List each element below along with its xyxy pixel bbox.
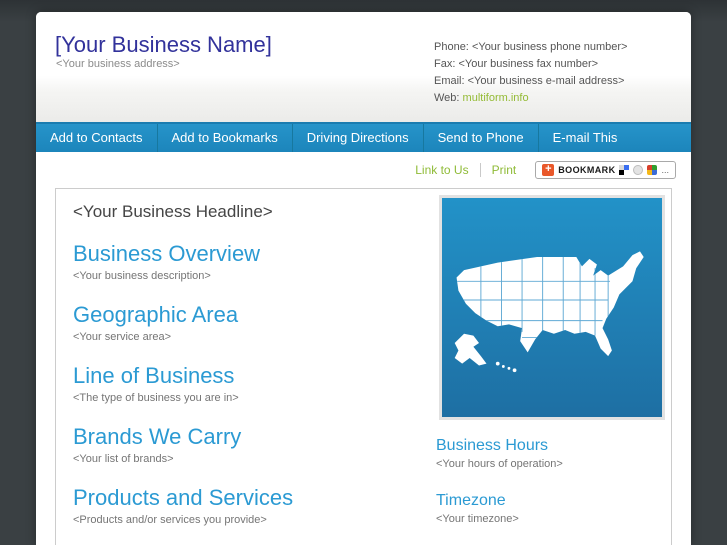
- business-headline: <Your Business Headline>: [73, 202, 423, 222]
- section-placeholder: <Your hours of operation>: [436, 458, 656, 471]
- print-link[interactable]: Print: [492, 163, 517, 177]
- section-placeholder: <Products and/or services you provide>: [73, 514, 423, 527]
- section-brands-we-carry: Brands We Carry <Your list of brands>: [73, 426, 423, 466]
- contact-email: Email: <Your business e-mail address>: [434, 73, 627, 90]
- page-header: [Your Business Name] <Your business addr…: [36, 12, 691, 122]
- nav-item-add-to-contacts[interactable]: Add to Contacts: [36, 124, 158, 152]
- section-products-and-services: Products and Services <Products and/or s…: [73, 487, 423, 527]
- action-bar: Add to Contacts Add to Bookmarks Driving…: [36, 122, 691, 152]
- fax-value: <Your business fax number>: [458, 58, 598, 70]
- phone-value: <Your business phone number>: [472, 41, 628, 53]
- section-timezone: Timezone <Your timezone>: [436, 492, 656, 526]
- section-business-overview: Business Overview <Your business descrip…: [73, 243, 423, 283]
- msn-icon: [647, 165, 657, 175]
- share-service-icon: [633, 165, 643, 175]
- section-heading: Products and Services: [73, 487, 423, 509]
- content-panel: <Your Business Headline> Business Overvi…: [55, 188, 672, 545]
- link-to-us-link[interactable]: Link to Us: [415, 163, 468, 177]
- phone-label: Phone:: [434, 41, 469, 53]
- section-heading: Timezone: [436, 492, 656, 509]
- usa-map: [439, 195, 665, 420]
- contact-fax: Fax: <Your business fax number>: [434, 56, 627, 73]
- business-name: [Your Business Name]: [55, 32, 272, 58]
- section-placeholder: <Your business description>: [73, 270, 423, 283]
- usa-map-background: [442, 198, 662, 417]
- section-heading: Brands We Carry: [73, 426, 423, 448]
- section-placeholder: <Your timezone>: [436, 513, 656, 526]
- section-heading: Line of Business: [73, 365, 423, 387]
- page: [Your Business Name] <Your business addr…: [36, 12, 691, 545]
- section-placeholder: <Your list of brands>: [73, 453, 423, 466]
- bookmark-label: BOOKMARK: [558, 165, 615, 175]
- web-label: Web:: [434, 92, 459, 104]
- divider: [480, 163, 481, 177]
- fax-label: Fax:: [434, 58, 455, 70]
- utility-bar: Link to Us Print + BOOKMARK ...: [36, 152, 676, 188]
- usa-map-graphic: [449, 242, 655, 373]
- email-label: Email:: [434, 75, 465, 87]
- section-business-hours: Business Hours <Your hours of operation>: [436, 437, 656, 471]
- nav-item-add-to-bookmarks[interactable]: Add to Bookmarks: [158, 124, 293, 152]
- contact-phone: Phone: <Your business phone number>: [434, 39, 627, 56]
- website-link[interactable]: multiform.info: [463, 92, 529, 104]
- addthis-plus-icon: +: [542, 164, 554, 176]
- section-heading: Business Hours: [436, 437, 656, 454]
- business-address: <Your business address>: [56, 58, 180, 70]
- section-placeholder: <Your service area>: [73, 331, 423, 344]
- section-geographic-area: Geographic Area <Your service area>: [73, 304, 423, 344]
- nav-item-send-to-phone[interactable]: Send to Phone: [424, 124, 539, 152]
- section-placeholder: <The type of business you are in>: [73, 392, 423, 405]
- contact-info: Phone: <Your business phone number> Fax:…: [434, 39, 627, 107]
- nav-item-email-this[interactable]: E-mail This: [539, 124, 632, 152]
- section-line-of-business: Line of Business <The type of business y…: [73, 365, 423, 405]
- contact-web: Web: multiform.info: [434, 90, 627, 107]
- email-value: <Your business e-mail address>: [468, 75, 625, 87]
- hours-column: Business Hours <Your hours of operation>…: [436, 437, 656, 526]
- section-heading: Geographic Area: [73, 304, 423, 326]
- bookmark-button[interactable]: + BOOKMARK ...: [535, 161, 676, 179]
- bookmark-more-label: ...: [661, 165, 669, 175]
- business-details-column: <Your Business Headline> Business Overvi…: [73, 189, 423, 545]
- nav-item-driving-directions[interactable]: Driving Directions: [293, 124, 424, 152]
- section-heading: Business Overview: [73, 243, 423, 265]
- delicious-icon: [619, 165, 629, 175]
